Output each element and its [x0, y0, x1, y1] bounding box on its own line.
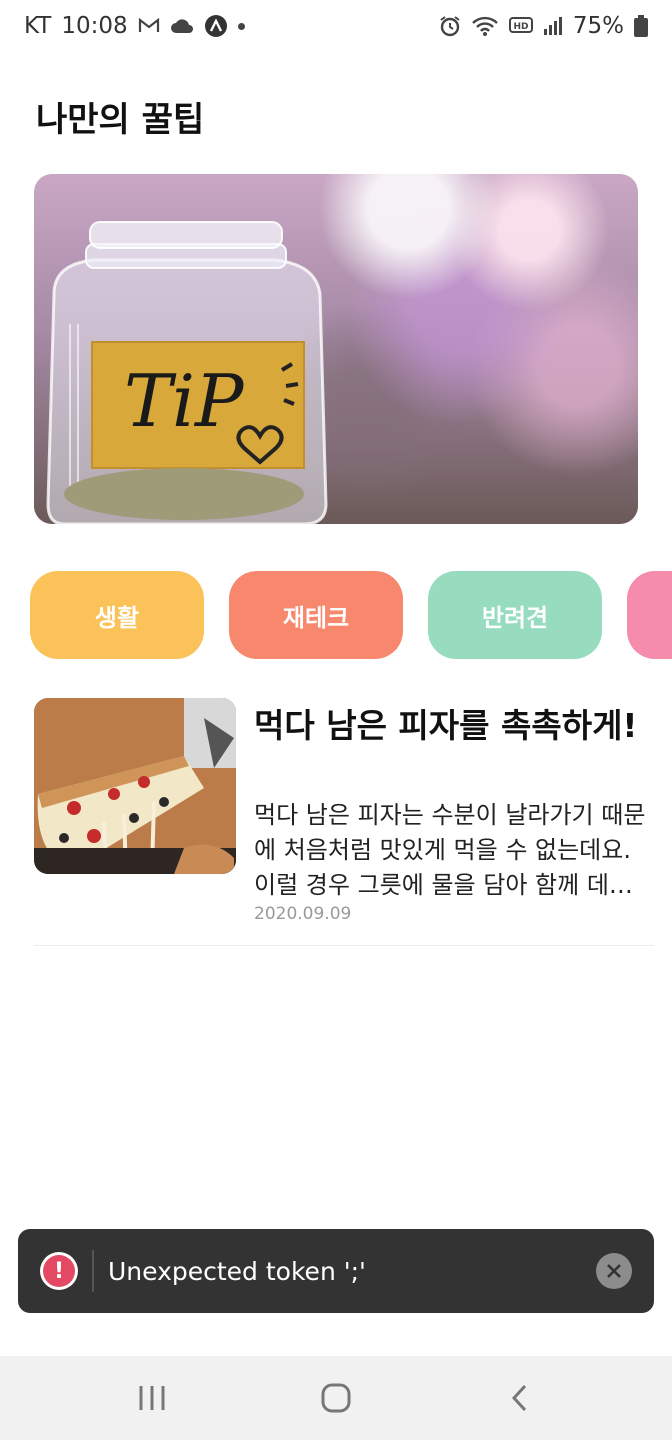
- alert-icon: !: [40, 1252, 78, 1290]
- hero-banner-image[interactable]: TiP: [34, 174, 638, 524]
- recent-apps-icon[interactable]: [122, 1368, 182, 1428]
- notification-dot: [237, 22, 245, 30]
- home-icon[interactable]: [306, 1368, 366, 1428]
- error-toast: ! Unexpected token ';': [18, 1229, 654, 1313]
- tip-jar-illustration: TiP: [46, 221, 328, 524]
- toast-divider: [92, 1250, 94, 1292]
- toast-message: Unexpected token ';': [108, 1256, 366, 1286]
- wifi-icon: [471, 15, 499, 37]
- app-icon: [204, 14, 228, 38]
- alert-glyph: !: [43, 1255, 75, 1287]
- system-nav-bar: [0, 1356, 672, 1440]
- battery-label: 75%: [572, 13, 624, 39]
- status-right: HD 75%: [439, 13, 648, 39]
- article-title: 먹다 남은 피자를 촉촉하게!: [254, 706, 638, 745]
- category-list: 생활 재테크 반려견: [30, 571, 672, 659]
- hd-icon: HD: [508, 16, 533, 36]
- close-icon[interactable]: [596, 1253, 632, 1289]
- page-title: 나만의 꿀팁: [36, 100, 205, 140]
- signal-icon: [543, 16, 563, 36]
- back-icon[interactable]: [490, 1368, 550, 1428]
- article-date: 2020.09.09: [254, 904, 352, 924]
- tip-list-item[interactable]: 먹다 남은 피자를 촉촉하게! 먹다 남은 피자는 수분이 날라가기 때문에 처…: [34, 698, 654, 946]
- category-chip-finance[interactable]: 재테크: [229, 571, 403, 659]
- pizza-image: [34, 698, 236, 874]
- alarm-icon: [439, 15, 461, 37]
- status-bar: KT 10:08 HD 75%: [0, 0, 672, 52]
- category-chip-life[interactable]: 생활: [30, 571, 204, 659]
- category-label: 반려견: [481, 603, 549, 632]
- app-screen: KT 10:08 HD 75% 나만의 꿀팁 TiP 생활 재테크 반려견 먹다…: [0, 0, 672, 1440]
- category-label: 생활: [94, 603, 140, 632]
- status-left: KT 10:08: [24, 13, 245, 39]
- clock-label: 10:08: [61, 13, 128, 39]
- pizza-thumbnail: [34, 698, 236, 874]
- cloud-icon: [170, 18, 194, 34]
- category-chip-more[interactable]: [627, 571, 672, 659]
- category-chip-pet[interactable]: 반려견: [428, 571, 602, 659]
- article-description: 먹다 남은 피자는 수분이 날라가기 때문에 처음처럼 맛있게 먹을 수 없는데…: [254, 801, 654, 899]
- category-label: 재테크: [282, 603, 350, 632]
- svg-text:HD: HD: [513, 22, 528, 32]
- carrier-label: KT: [24, 13, 52, 39]
- battery-icon: [634, 15, 648, 37]
- mail-icon: [138, 18, 160, 34]
- jar-label-text: TiP: [124, 359, 245, 443]
